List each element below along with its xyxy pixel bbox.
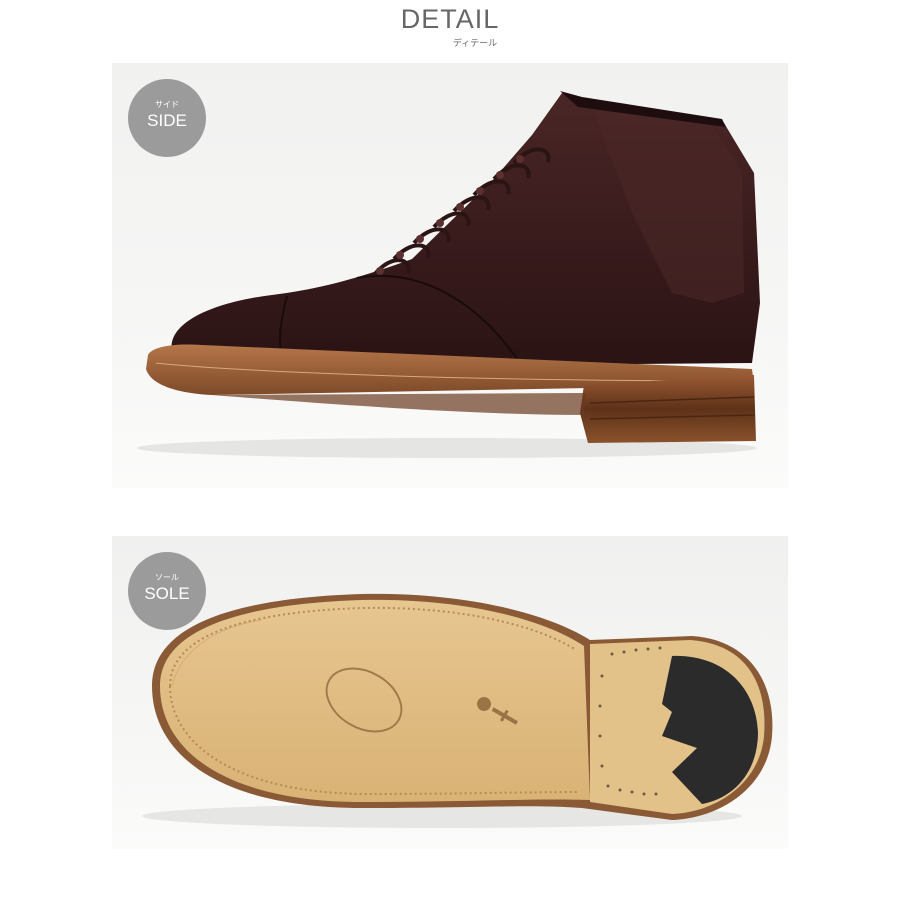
- section-subtitle: ディテール: [452, 38, 498, 48]
- sole-badge: ソール SOLE: [128, 552, 206, 630]
- product-detail-page: DETAIL ディテール サイド SIDE ソール SOLE: [0, 0, 900, 900]
- side-badge: サイド SIDE: [128, 79, 206, 157]
- side-badge-small-label: サイド: [155, 100, 179, 109]
- sole-badge-small-label: ソール: [155, 573, 179, 582]
- boot-sole-image: [142, 593, 773, 828]
- section-header: DETAIL ディテール: [0, 0, 900, 60]
- boot-side-image: [137, 91, 760, 458]
- side-badge-label: SIDE: [147, 111, 187, 130]
- sole-badge-label: SOLE: [144, 584, 190, 603]
- section-title: DETAIL: [400, 4, 500, 34]
- sole-view-panel: ソール SOLE: [112, 536, 788, 849]
- side-view-panel: サイド SIDE: [112, 63, 788, 488]
